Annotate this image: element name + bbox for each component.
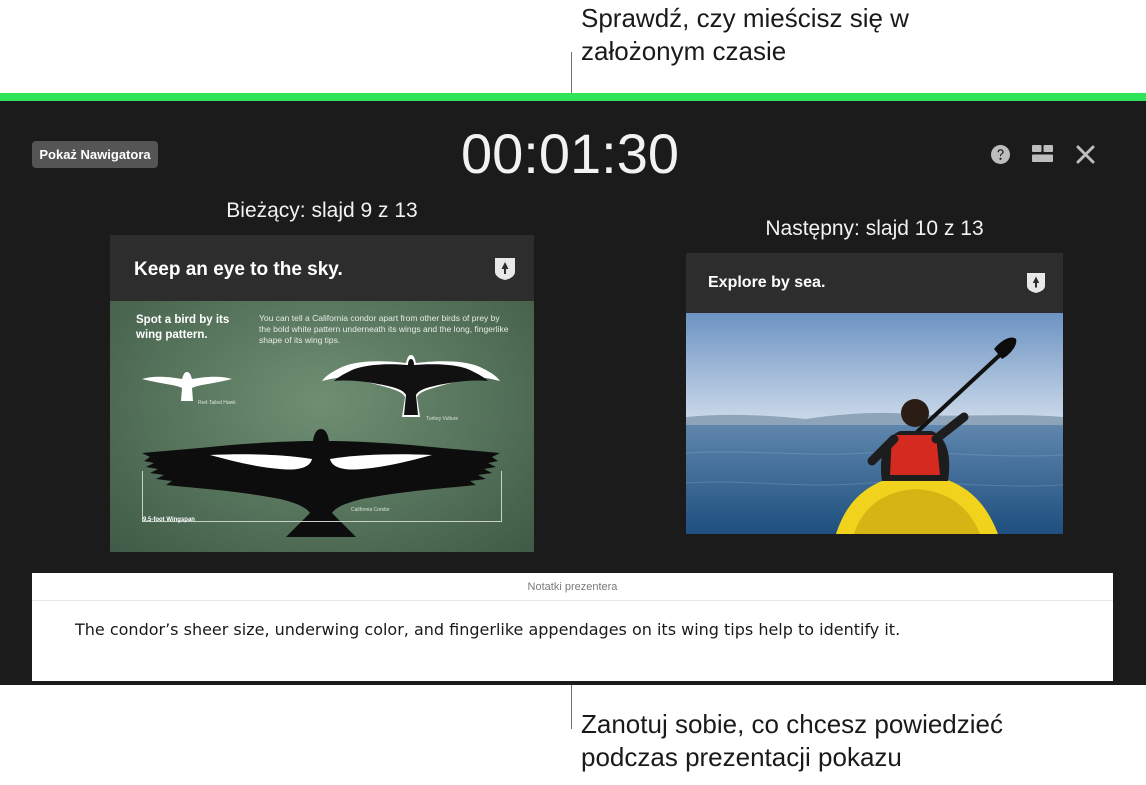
close-icon[interactable] bbox=[1075, 144, 1096, 165]
presenter-notes-text[interactable]: The condor’s sheer size, underwing color… bbox=[75, 620, 900, 639]
tree-badge-icon bbox=[1026, 272, 1046, 294]
vulture-silhouette bbox=[322, 355, 500, 417]
presenter-display: Pokaż Nawigatora 00:01:30 Bieżący: slajd… bbox=[0, 93, 1146, 685]
current-slide-body: Spot a bird by its wing pattern. You can… bbox=[110, 301, 534, 552]
presenter-notes-header: Notatki prezentera bbox=[32, 573, 1113, 601]
wingspan-label: 9.5-foot Wingspan bbox=[143, 517, 195, 523]
next-slide-title: Explore by sea. bbox=[708, 274, 826, 291]
notes-callout-line1: Zanotuj sobie, co chcesz powiedzieć bbox=[581, 709, 1004, 739]
current-slide-title: Keep an eye to the sky. bbox=[134, 259, 343, 280]
timer-callout: Sprawdź, czy mieścisz się w założonym cz… bbox=[581, 2, 909, 68]
slide-heading: Spot a bird by its wing pattern. bbox=[136, 314, 230, 341]
timer-callout-line2: założonym czasie bbox=[581, 36, 787, 66]
hawk-silhouette bbox=[142, 372, 232, 401]
notes-callout-line2: podczas prezentacji pokazu bbox=[581, 742, 902, 772]
notes-callout-leader-line bbox=[571, 685, 572, 729]
presenter-notes-panel[interactable]: Notatki prezentera The condor’s sheer si… bbox=[32, 573, 1113, 681]
layout-icon[interactable] bbox=[1031, 144, 1054, 163]
hawk-label: Red-Tailed Hawk bbox=[198, 400, 236, 406]
timer-callout-line1: Sprawdź, czy mieścisz się w bbox=[581, 3, 909, 33]
next-slide-label: Następny: slajd 10 z 13 bbox=[765, 217, 984, 240]
kayaker-photo bbox=[686, 313, 1063, 534]
help-icon[interactable] bbox=[990, 144, 1011, 165]
tree-badge-icon bbox=[494, 257, 516, 281]
current-slide-header: Keep an eye to the sky. bbox=[110, 235, 534, 301]
next-slide-header: Explore by sea. bbox=[686, 253, 1063, 313]
current-slide-thumbnail[interactable]: Keep an eye to the sky. Spot a bird by i… bbox=[110, 235, 534, 552]
notes-callout: Zanotuj sobie, co chcesz powiedzieć podc… bbox=[581, 708, 1003, 774]
timer-progress-bar bbox=[0, 93, 1146, 101]
presentation-timer[interactable]: 00:01:30 bbox=[400, 121, 740, 186]
wingspan-bracket bbox=[142, 471, 502, 522]
next-slide-thumbnail[interactable]: Explore by sea. bbox=[686, 253, 1063, 534]
current-slide-label: Bieżący: slajd 9 z 13 bbox=[226, 199, 418, 222]
vulture-label: Turkey Vulture bbox=[426, 416, 459, 422]
slide-paragraph: You can tell a California condor apart f… bbox=[259, 313, 509, 345]
show-navigator-button[interactable]: Pokaż Nawigatora bbox=[32, 141, 158, 168]
